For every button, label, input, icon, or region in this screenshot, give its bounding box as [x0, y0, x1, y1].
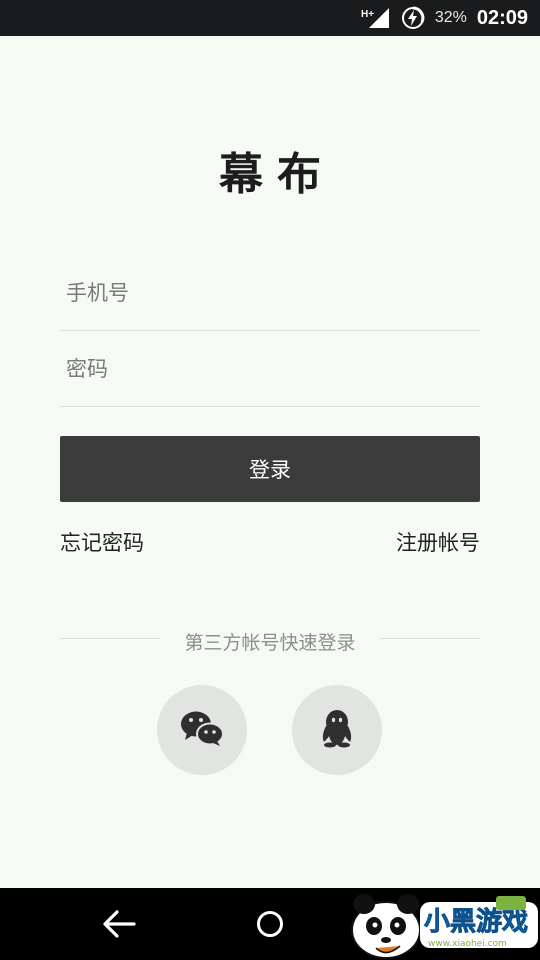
home-circle-icon[interactable] [256, 910, 284, 938]
wechat-login-button[interactable] [157, 685, 247, 775]
login-button[interactable]: 登录 [60, 436, 480, 502]
qq-penguin-icon [319, 708, 355, 752]
battery-charging-icon [401, 6, 425, 30]
divider-right [380, 638, 480, 639]
watermark-text: 小黑游戏 [424, 907, 528, 937]
cell-signal-icon: H+ [361, 6, 391, 30]
watermark-logo: 小黑游戏 www.xiaohei.com [346, 888, 540, 960]
password-field [60, 332, 480, 407]
register-account-link[interactable]: 注册帐号 [396, 527, 480, 557]
status-bar: H+ 32% 02:09 [0, 0, 540, 36]
app-logo: 幕布 [219, 149, 335, 200]
forgot-password-link[interactable]: 忘记密码 [60, 527, 144, 557]
wechat-icon [180, 709, 224, 751]
back-arrow-icon[interactable] [100, 906, 138, 942]
phone-field [60, 256, 480, 331]
network-type-label: H+ [361, 9, 374, 20]
qq-login-button[interactable] [292, 685, 382, 775]
watermark-url: www.xiaohei.com [428, 939, 507, 949]
status-icons: H+ 32% 02:09 [361, 0, 528, 36]
third-party-login-label: 第三方帐号快速登录 [184, 632, 356, 654]
battery-percent: 32% [434, 9, 467, 26]
password-input[interactable] [60, 332, 480, 406]
clock-time: 02:09 [476, 6, 528, 29]
phone-input[interactable] [60, 256, 480, 330]
